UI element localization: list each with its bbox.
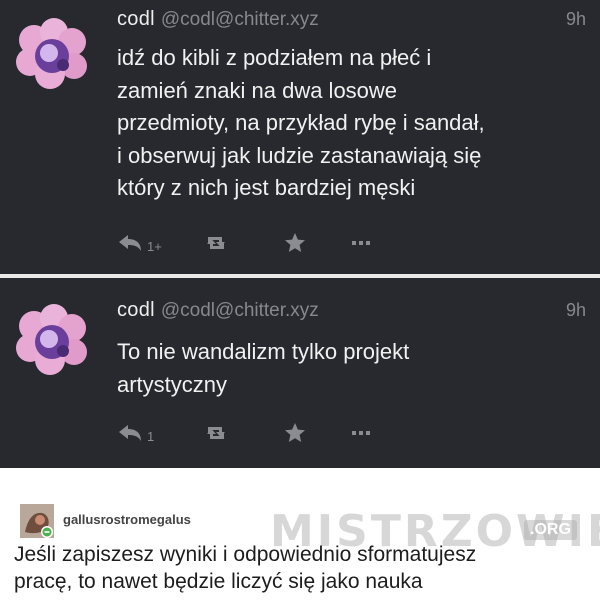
more-button[interactable] — [351, 418, 371, 448]
author-line: codl @codl@chitter.xyz — [117, 8, 319, 31]
star-icon — [285, 233, 305, 252]
avatar[interactable] — [16, 304, 88, 376]
toot-1: codl @codl@chitter.xyz 9h idź do kibli z … — [0, 0, 600, 270]
boost-icon — [207, 427, 225, 439]
boost-button[interactable] — [203, 418, 229, 448]
more-button[interactable] — [351, 228, 371, 258]
toot-text-line: i obserwuj jak ludzie zastanawiają się — [117, 142, 482, 168]
reply-button[interactable]: 1 — [117, 418, 154, 448]
favourite-button[interactable] — [283, 418, 307, 448]
display-name[interactable]: codl — [117, 299, 155, 321]
tumblr-comment: gallusrostromegalus MISTRZOWIE .ORG Jeśl… — [0, 468, 600, 600]
toot-text-line: przedmioty, na przykład rybę i sandał, — [117, 110, 485, 135]
favourite-button[interactable] — [283, 228, 307, 258]
star-icon — [285, 423, 305, 442]
toot-text-line: który z nich jest bardziej męski — [117, 175, 416, 200]
timestamp[interactable]: 9h — [566, 9, 586, 30]
boost-button[interactable] — [203, 228, 229, 258]
toot-text-line: idź do kibli z podziałem na płeć i — [117, 45, 432, 70]
comment-text-line: pracę, to nawet będzie liczyć się jako n… — [14, 570, 423, 593]
toot-text-line: zamień znaki na dwa losowe — [117, 77, 398, 103]
reply-icon — [119, 235, 141, 251]
handle[interactable]: @codl@chitter.xyz — [161, 9, 319, 30]
watermark-badge: .ORG — [524, 520, 577, 540]
toot-actions: 1+ — [117, 228, 387, 258]
reply-icon — [119, 425, 141, 441]
toot-2: codl @codl@chitter.xyz 9h To nie wandaliz… — [0, 278, 600, 468]
timestamp[interactable]: 9h — [566, 300, 586, 321]
toot-thread: codl @codl@chitter.xyz 9h idź do kibli z … — [0, 0, 600, 468]
toot-text: To nie wandalizm tylko projekt artystycz… — [117, 336, 587, 401]
commenter-avatar[interactable] — [20, 504, 54, 538]
commenter-username[interactable]: gallusrostromegalus — [63, 512, 191, 527]
more-icon — [352, 241, 370, 245]
more-icon — [352, 431, 370, 435]
comment-text-line: Jeśli zapiszesz wyniki i odpowiednio sfo… — [14, 543, 477, 566]
comment-text: Jeśli zapiszesz wyniki i odpowiednio sfo… — [14, 541, 594, 595]
author-line: codl @codl@chitter.xyz — [117, 299, 319, 322]
reply-button[interactable]: 1+ — [117, 228, 162, 258]
reply-count: 1+ — [147, 238, 162, 254]
handle[interactable]: @codl@chitter.xyz — [161, 300, 319, 321]
toot-text-line: To nie wandalizm tylko projekt — [117, 339, 410, 364]
toot-actions: 1 — [117, 418, 387, 448]
display-name[interactable]: codl — [117, 8, 155, 30]
toot-text: idź do kibli z podziałem na płeć i zamie… — [117, 42, 587, 205]
boost-icon — [207, 237, 225, 249]
toot-text-line: artystyczny — [117, 371, 228, 397]
avatar[interactable] — [16, 18, 88, 90]
reply-count: 1 — [147, 428, 155, 444]
